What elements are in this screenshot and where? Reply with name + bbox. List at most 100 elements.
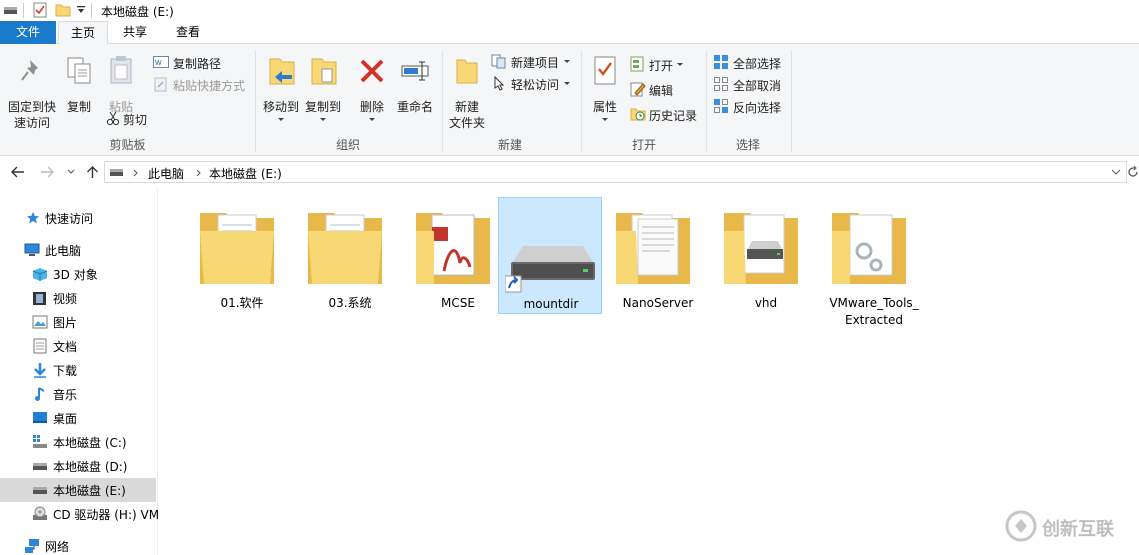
tab-home[interactable]: 主页 — [58, 21, 108, 45]
sidebar-item-pictures[interactable]: 图片 — [0, 310, 156, 334]
document-icon — [33, 338, 47, 354]
folder-with-documents-icon — [308, 213, 382, 284]
breadcrumb-local-disk-e[interactable]: 本地磁盘 (E:) — [209, 165, 282, 182]
edit-button[interactable]: 编辑 — [630, 81, 686, 99]
copy-path-button[interactable]: W 复制路径 — [153, 54, 233, 72]
select-none-icon — [714, 77, 728, 91]
file-explorer-window: 本地磁盘 (E:) 文件 主页 共享 查看 固定到快 速访问 复制 粘贴 剪切 … — [0, 0, 1139, 555]
sidebar-item-local-disk-d[interactable]: 本地磁盘 (D:) — [0, 454, 156, 478]
file-item[interactable]: NanoServer — [606, 197, 710, 314]
pin-label-1: 固定到快 — [7, 100, 56, 114]
sidebar-item-label: 快速访问 — [45, 212, 94, 226]
dropdown-arrow-icon — [320, 118, 326, 121]
sidebar-item-documents[interactable]: 文档 — [0, 334, 156, 358]
file-item[interactable]: MCSE — [406, 197, 510, 314]
sidebar-item-label: 文档 — [53, 340, 78, 354]
watermark-text: 创新互联 — [1042, 519, 1114, 540]
tab-view[interactable]: 查看 — [164, 21, 212, 44]
paste-button[interactable]: 粘贴 — [102, 52, 140, 114]
breadcrumb-chevron-icon[interactable] — [133, 169, 138, 177]
copy-to-label: 复制到 — [304, 100, 341, 114]
recent-locations-chevron-icon[interactable] — [67, 169, 75, 175]
sidebar-item-music[interactable]: 音乐 — [0, 382, 156, 406]
pin-to-quick-access-button[interactable]: 固定到快 速访问 — [4, 52, 60, 132]
open-button[interactable]: 打开 — [630, 56, 686, 74]
new-group-label: 新建 — [497, 138, 522, 152]
breadcrumb-this-pc[interactable]: 此电脑 — [148, 165, 184, 182]
properties-button[interactable]: 属性 — [587, 52, 623, 124]
address-dropdown-icon[interactable] — [1111, 169, 1121, 176]
drive-icon — [33, 463, 47, 470]
open-label: 打开 — [649, 59, 674, 73]
open-icon — [630, 56, 644, 72]
dropdown-arrow-icon — [564, 82, 570, 85]
folder-with-documents-icon — [616, 213, 690, 284]
dropdown-arrow-icon — [677, 63, 683, 66]
up-arrow-icon[interactable] — [86, 165, 99, 179]
new-item-button[interactable]: 新建项目 — [491, 53, 571, 71]
customize-quick-access-icon[interactable] — [77, 6, 85, 14]
refresh-icon[interactable] — [1127, 166, 1139, 178]
watermark-icon — [1005, 510, 1037, 542]
file-list-view: 01.软件 03.系统 MCSE mountdir NanoServer vhd… — [158, 188, 1139, 555]
file-name: vhd — [754, 296, 778, 310]
properties-quick-icon[interactable] — [33, 2, 47, 18]
sidebar-item-desktop[interactable]: 桌面 — [0, 406, 156, 430]
file-item[interactable]: vhd — [714, 197, 818, 314]
sidebar-item-3d-objects[interactable]: 3D 对象 — [0, 262, 156, 286]
copy-button[interactable]: 复制 — [62, 52, 96, 116]
invert-selection-icon — [714, 99, 728, 113]
dropdown-arrow-icon — [564, 60, 570, 63]
move-to-button[interactable]: 移动到 — [260, 52, 302, 124]
folder-with-documents-icon — [200, 213, 274, 284]
sidebar-item-local-disk-c[interactable]: 本地磁盘 (C:) — [0, 430, 156, 454]
file-item-selected[interactable]: mountdir — [498, 197, 602, 314]
sidebar-item-network[interactable]: 网络 — [0, 534, 156, 555]
sidebar-item-label: 视频 — [53, 292, 78, 306]
cut-button[interactable]: 剪切 — [106, 110, 152, 128]
edit-icon — [630, 82, 646, 97]
sidebar-item-local-disk-e[interactable]: 本地磁盘 (E:) — [0, 478, 156, 502]
select-all-button[interactable]: 全部选择 — [713, 54, 787, 72]
group-divider — [581, 50, 582, 152]
tab-share[interactable]: 共享 — [112, 21, 158, 44]
sidebar-item-cd-drive-h[interactable]: CD 驱动器 (H:) VM — [0, 502, 159, 526]
file-item[interactable]: VMware_Tools_ Extracted — [822, 197, 926, 331]
new-folder-label-1: 新建 — [454, 100, 479, 114]
dropdown-arrow-icon — [369, 118, 375, 121]
copy-to-button[interactable]: 复制到 — [302, 52, 344, 124]
easy-access-button[interactable]: 轻松访问 — [491, 75, 571, 93]
select-none-button[interactable]: 全部取消 — [713, 76, 787, 94]
sidebar-item-label: 3D 对象 — [53, 268, 98, 282]
download-icon — [34, 363, 46, 378]
sidebar-item-videos[interactable]: 视频 — [0, 286, 156, 310]
new-folder-button[interactable]: 新建 文件夹 — [446, 52, 488, 132]
file-item[interactable]: 01.软件 — [190, 197, 294, 314]
back-arrow-icon[interactable] — [11, 166, 25, 178]
sidebar-item-label: 图片 — [53, 316, 78, 330]
paste-shortcut-button[interactable]: 粘贴快捷方式 — [153, 76, 253, 94]
title-bar: 本地磁盘 (E:) — [0, 0, 1139, 21]
delete-button[interactable]: 删除 — [354, 52, 390, 124]
history-button[interactable]: 历史记录 — [630, 106, 700, 124]
paste-shortcut-icon — [154, 77, 167, 92]
group-divider — [442, 50, 443, 152]
forward-arrow-icon[interactable] — [40, 166, 54, 178]
clipboard-group-label: 剪贴板 — [109, 138, 146, 152]
rename-button[interactable]: 重命名 — [394, 52, 436, 116]
new-folder-quick-icon[interactable] — [55, 3, 71, 17]
sidebar-item-quick-access[interactable]: 快速访问 — [0, 206, 156, 230]
open-group-label: 打开 — [631, 138, 656, 152]
edit-label: 编辑 — [649, 84, 674, 98]
file-item[interactable]: 03.系统 — [298, 197, 402, 314]
address-bar[interactable]: 此电脑 本地磁盘 (E:) — [104, 161, 1127, 183]
delete-label: 删除 — [359, 100, 384, 114]
tab-file[interactable]: 文件 — [0, 21, 56, 44]
sidebar-item-downloads[interactable]: 下载 — [0, 358, 156, 382]
invert-selection-button[interactable]: 反向选择 — [713, 98, 787, 116]
breadcrumb-chevron-icon[interactable] — [196, 169, 201, 177]
history-label: 历史记录 — [649, 109, 698, 123]
drive-icon — [110, 169, 123, 176]
sidebar-item-this-pc[interactable]: 此电脑 — [0, 238, 156, 262]
star-icon — [27, 212, 39, 224]
